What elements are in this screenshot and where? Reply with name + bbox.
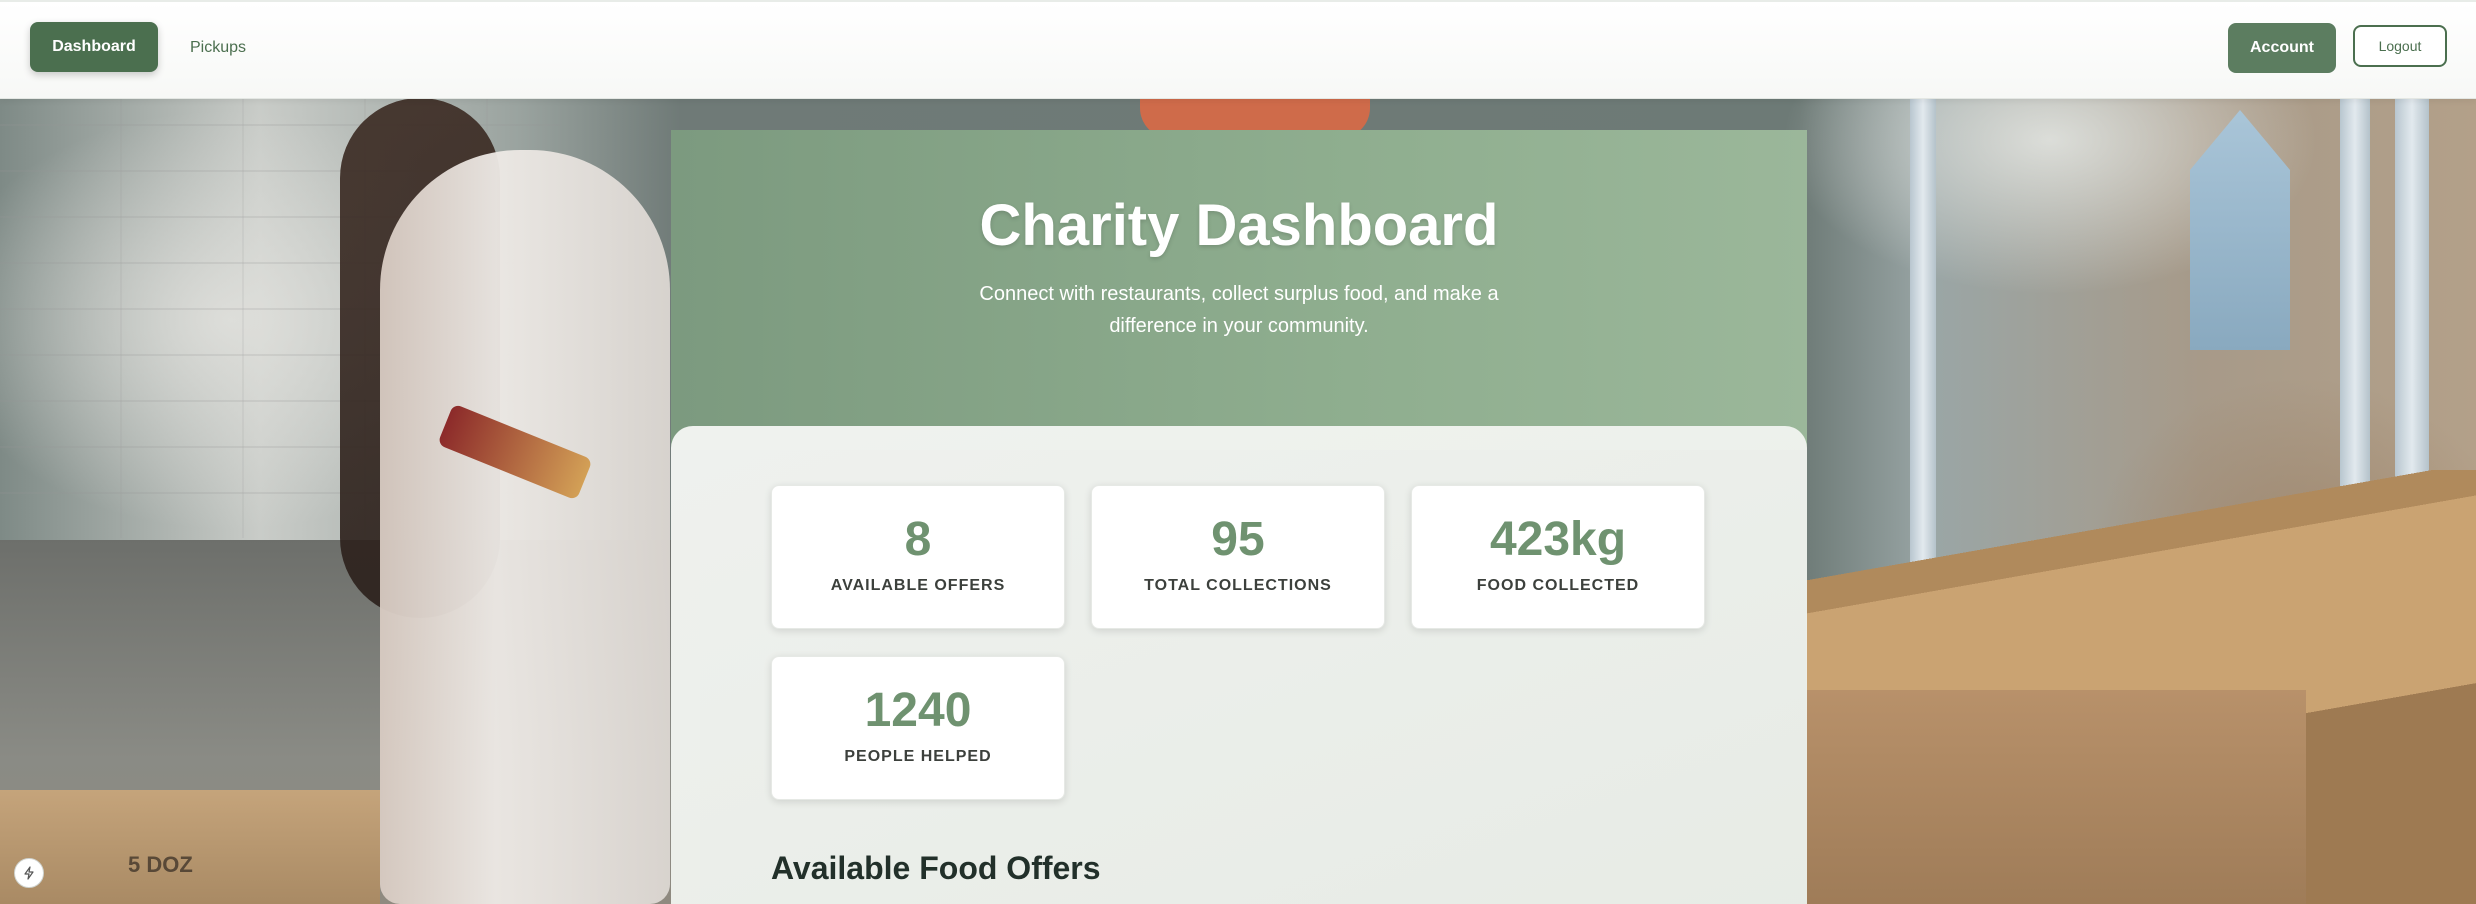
logout-button[interactable]: Logout [2353,25,2447,67]
page-title: Charity Dashboard [979,193,1499,258]
stat-card-available-offers: 8 AVAILABLE OFFERS [771,485,1065,629]
stat-card-food-collected: 423kg FOOD COLLECTED [1411,485,1705,629]
bolt-icon[interactable] [14,858,44,888]
stat-label: AVAILABLE OFFERS [830,577,1006,594]
dashboard-button[interactable]: Dashboard [30,22,158,72]
bolt-icon-glyph [24,866,34,880]
stat-card-people-helped: 1240 PEOPLE HELPED [771,656,1065,800]
account-button[interactable]: Account [2228,23,2336,73]
stat-label: PEOPLE HELPED [844,748,992,765]
dashboard-content: 8 AVAILABLE OFFERS 95 TOTAL COLLECTIONS … [671,426,1807,904]
stat-value: 95 [1211,513,1265,566]
top-navigation: Dashboard Pickups Account Logout [0,0,2476,99]
stat-card-total-collections: 95 TOTAL COLLECTIONS [1091,485,1385,629]
stat-label: TOTAL COLLECTIONS [1144,577,1332,594]
background-person [380,150,670,904]
background-paper-bags [1806,690,2306,904]
available-offers-heading: Available Food Offers [771,850,1101,886]
stat-value: 1240 [864,684,972,737]
background-box [0,790,380,904]
pickups-link[interactable]: Pickups [190,35,246,61]
stat-value: 423kg [1489,513,1627,566]
hero-banner: Charity Dashboard Connect with restauran… [671,130,1807,450]
page-subtitle: Connect with restaurants, collect surplu… [979,283,1499,337]
stat-label: FOOD COLLECTED [1476,577,1640,594]
stat-value: 8 [904,513,932,566]
background-box-label: 5 DOZ [128,852,193,877]
